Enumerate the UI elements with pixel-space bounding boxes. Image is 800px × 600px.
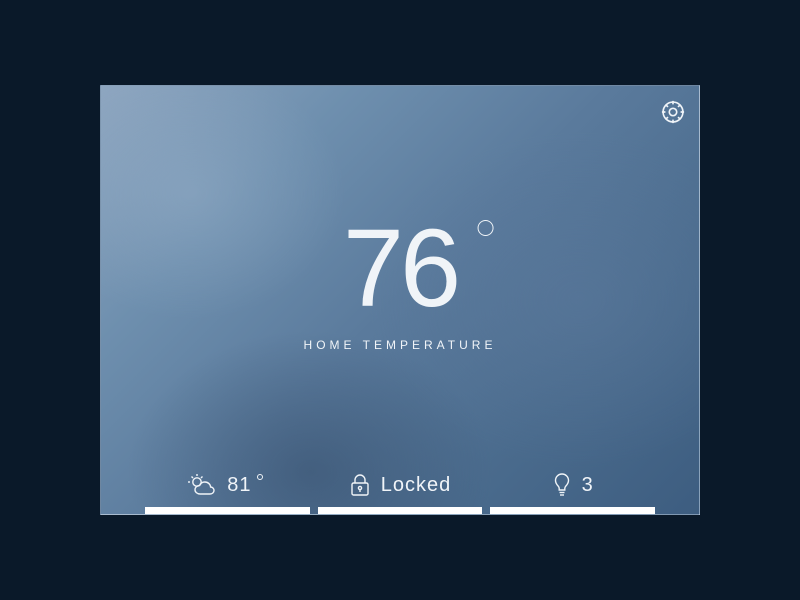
thermostat-panel: 76 HOME TEMPERATURE 81 bbox=[100, 85, 700, 515]
tab-indicator bbox=[145, 507, 310, 514]
weather-tab[interactable]: 81 bbox=[141, 472, 314, 514]
outside-temperature-value: 81 bbox=[227, 474, 251, 497]
tab-indicator bbox=[318, 507, 483, 514]
degree-symbol-small bbox=[257, 474, 263, 480]
home-temperature-value: 76 bbox=[343, 207, 457, 330]
tab-indicator bbox=[490, 507, 655, 514]
gear-icon bbox=[659, 98, 687, 126]
lightbulb-icon bbox=[552, 472, 572, 498]
weather-icon bbox=[187, 473, 217, 497]
home-temperature-label: HOME TEMPERATURE bbox=[304, 338, 497, 352]
lock-icon bbox=[349, 473, 371, 497]
lock-status-label: Locked bbox=[381, 474, 452, 497]
main-readout: 76 HOME TEMPERATURE bbox=[304, 214, 497, 352]
settings-button[interactable] bbox=[659, 98, 687, 126]
security-tab[interactable]: Locked bbox=[314, 472, 487, 514]
footer-nav: 81 Locked bbox=[141, 472, 659, 514]
degree-symbol bbox=[477, 220, 493, 236]
lights-tab[interactable]: 3 bbox=[486, 472, 659, 514]
lights-on-count: 3 bbox=[582, 474, 594, 497]
